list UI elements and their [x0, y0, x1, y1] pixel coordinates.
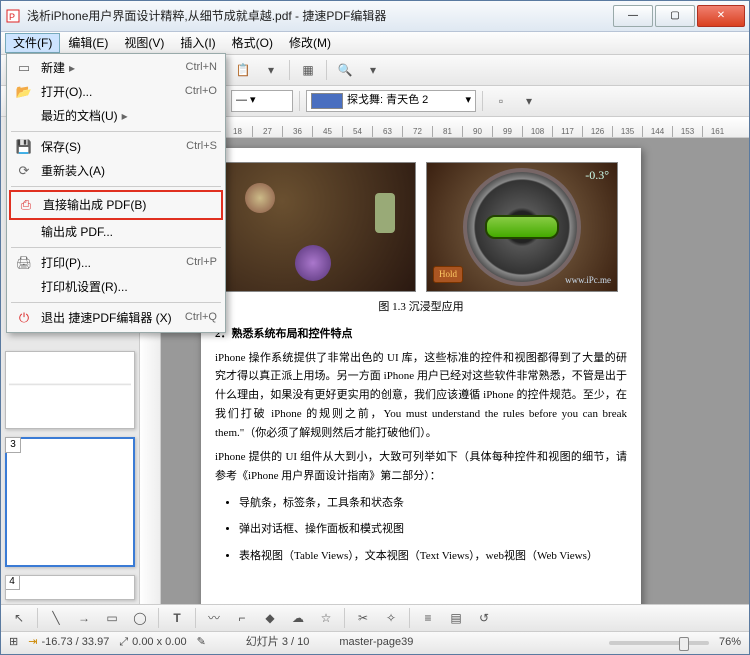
menu-view[interactable]: 视图(V): [116, 33, 172, 54]
star-tool[interactable]: ☆: [314, 606, 338, 630]
view-tab-icon[interactable]: ⊞: [9, 635, 18, 650]
drawing-toolbar: ↖ ╲ → ▭ ◯ T 〰 ⌐ ◆ ☁ ☆ ✂ ✧ ≡ ▤ ↺: [1, 604, 749, 631]
wrap-tool[interactable]: ↺: [472, 606, 496, 630]
effects-tool[interactable]: ✧: [379, 606, 403, 630]
reload-icon: ⟳: [15, 162, 33, 180]
menu-separator: [11, 247, 221, 248]
menu-modify[interactable]: 修改(M): [281, 33, 339, 54]
menu-separator: [11, 186, 221, 187]
crop-tool[interactable]: ✂: [351, 606, 375, 630]
line-style-combo[interactable]: — ▾: [231, 90, 293, 112]
color-swatch: [311, 93, 343, 109]
paragraph: iPhone 提供的 UI 组件从大到小，大致可列举如下（具体每种控件和视图的细…: [215, 448, 627, 485]
minimize-button[interactable]: —: [613, 5, 653, 27]
status-master: master-page39: [339, 635, 413, 650]
paragraph: iPhone 操作系统提供了非常出色的 UI 库，这些标准的控件和视图都得到了大…: [215, 349, 627, 442]
text-tool[interactable]: T: [165, 606, 189, 630]
dropdown-icon[interactable]: ▾: [517, 89, 541, 113]
pdf-icon: ⎙: [17, 196, 35, 214]
pointer-tool[interactable]: ↖: [7, 606, 31, 630]
menu-separator: [11, 131, 221, 132]
menu-item-export-pdf-direct[interactable]: ⎙ 直接输出成 PDF(B): [9, 190, 223, 220]
dropdown-icon[interactable]: ▾: [361, 58, 385, 82]
callout-tool[interactable]: ☁: [286, 606, 310, 630]
sample-image-level: -0.3° Hold www.iPc.me: [426, 162, 618, 292]
menu-item-open[interactable]: 📂 打开(O)... Ctrl+O: [9, 80, 223, 104]
svg-text:P: P: [9, 12, 15, 22]
menu-item-recent[interactable]: 最近的文档(U): [9, 104, 223, 128]
thumbnail-page-2[interactable]: [5, 351, 135, 429]
window-title: 浅析iPhone用户界面设计精粹,从细节成就卓越.pdf - 捷速PDF编辑器: [27, 8, 611, 25]
zoom-button[interactable]: 🔍: [333, 58, 357, 82]
menu-item-print[interactable]: 🖨 打印(P)... Ctrl+P: [9, 251, 223, 275]
arrow-tool[interactable]: →: [72, 606, 96, 630]
zoom-slider[interactable]: [609, 641, 709, 645]
list-item: 导航条，标签条，工具条和状态条: [239, 494, 627, 513]
print-icon: 🖨: [15, 254, 33, 272]
menu-separator: [11, 302, 221, 303]
connector-tool[interactable]: ⌐: [230, 606, 254, 630]
menu-item-reload[interactable]: ⟳ 重新装入(A): [9, 159, 223, 183]
status-slide: 幻灯片 3 / 10: [246, 635, 310, 650]
page-content: -0.3° Hold www.iPc.me 图 1.3 沉浸型应用 2．熟悉系统…: [201, 148, 641, 604]
horizontal-ruler: 0918273645546372819099108117126135144153…: [140, 117, 749, 138]
status-zoom: 76%: [719, 635, 741, 650]
menu-item-save[interactable]: 💾 保存(S) Ctrl+S: [9, 135, 223, 159]
menu-item-print-setup[interactable]: 打印机设置(R)...: [9, 275, 223, 299]
canvas[interactable]: -0.3° Hold www.iPc.me 图 1.3 沉浸型应用 2．熟悉系统…: [161, 138, 749, 604]
rect-tool[interactable]: ▭: [100, 606, 124, 630]
menu-item-exit[interactable]: ⏻ 退出 捷速PDF编辑器 (X) Ctrl+Q: [9, 306, 223, 330]
arrange-tool[interactable]: ▤: [444, 606, 468, 630]
grid-button[interactable]: ▦: [296, 58, 320, 82]
edit-mode-icon[interactable]: ✎: [197, 635, 206, 650]
status-coords: -16.73 / 33.97: [41, 635, 109, 650]
thumbnail-page-3[interactable]: 3: [5, 437, 135, 567]
gauge-icon: [463, 168, 581, 286]
curve-tool[interactable]: 〰: [202, 606, 226, 630]
menu-format[interactable]: 格式(O): [224, 33, 281, 54]
bullet-list: 导航条，标签条，工具条和状态条 弹出对话框、操作面板和模式视图 表格视图（Tab…: [215, 494, 627, 566]
app-icon: P: [5, 8, 21, 24]
new-icon: ▭: [15, 59, 33, 77]
status-size: 0.00 x 0.00: [132, 635, 186, 650]
line-tool[interactable]: ╲: [44, 606, 68, 630]
menubar: 文件(F) 编辑(E) 视图(V) 插入(I) 格式(O) 修改(M): [1, 32, 749, 55]
ellipse-tool[interactable]: ◯: [128, 606, 152, 630]
list-item: 表格视图（Table Views），文本视图（Text Views），web视图…: [239, 547, 627, 566]
figure-caption: 图 1.3 沉浸型应用: [215, 300, 627, 315]
close-button[interactable]: ✕: [697, 5, 745, 27]
paste-button[interactable]: 📋: [231, 58, 255, 82]
save-icon: 💾: [15, 138, 33, 156]
section-heading: 2．熟悉系统布局和控件特点: [215, 327, 627, 342]
sample-image-game: [224, 162, 416, 292]
menu-item-export-pdf[interactable]: 输出成 PDF...: [9, 220, 223, 244]
status-bar: ⊞ ⇥-16.73 / 33.97 ⤢0.00 x 0.00 ✎ 幻灯片 3 /…: [1, 631, 749, 654]
exit-icon: ⏻: [15, 309, 33, 327]
thumbnail-page-4[interactable]: 4: [5, 575, 135, 600]
shapes-tool[interactable]: ◆: [258, 606, 282, 630]
list-item: 弹出对话框、操作面板和模式视图: [239, 520, 627, 539]
menu-insert[interactable]: 插入(I): [172, 33, 223, 54]
menu-edit[interactable]: 编辑(E): [60, 33, 116, 54]
maximize-button[interactable]: ▢: [655, 5, 695, 27]
chart-button[interactable]: ▾: [259, 58, 283, 82]
align-tool[interactable]: ≡: [416, 606, 440, 630]
shadow-button[interactable]: ▫: [489, 89, 513, 113]
open-icon: 📂: [15, 83, 33, 101]
menu-file[interactable]: 文件(F): [5, 33, 60, 54]
theme-combo[interactable]: 探戈舞: 青天色 2 ▾: [306, 90, 476, 112]
menu-item-new[interactable]: ▭ 新建 Ctrl+N: [9, 56, 223, 80]
file-menu: ▭ 新建 Ctrl+N 📂 打开(O)... Ctrl+O 最近的文档(U) 💾…: [6, 53, 226, 333]
